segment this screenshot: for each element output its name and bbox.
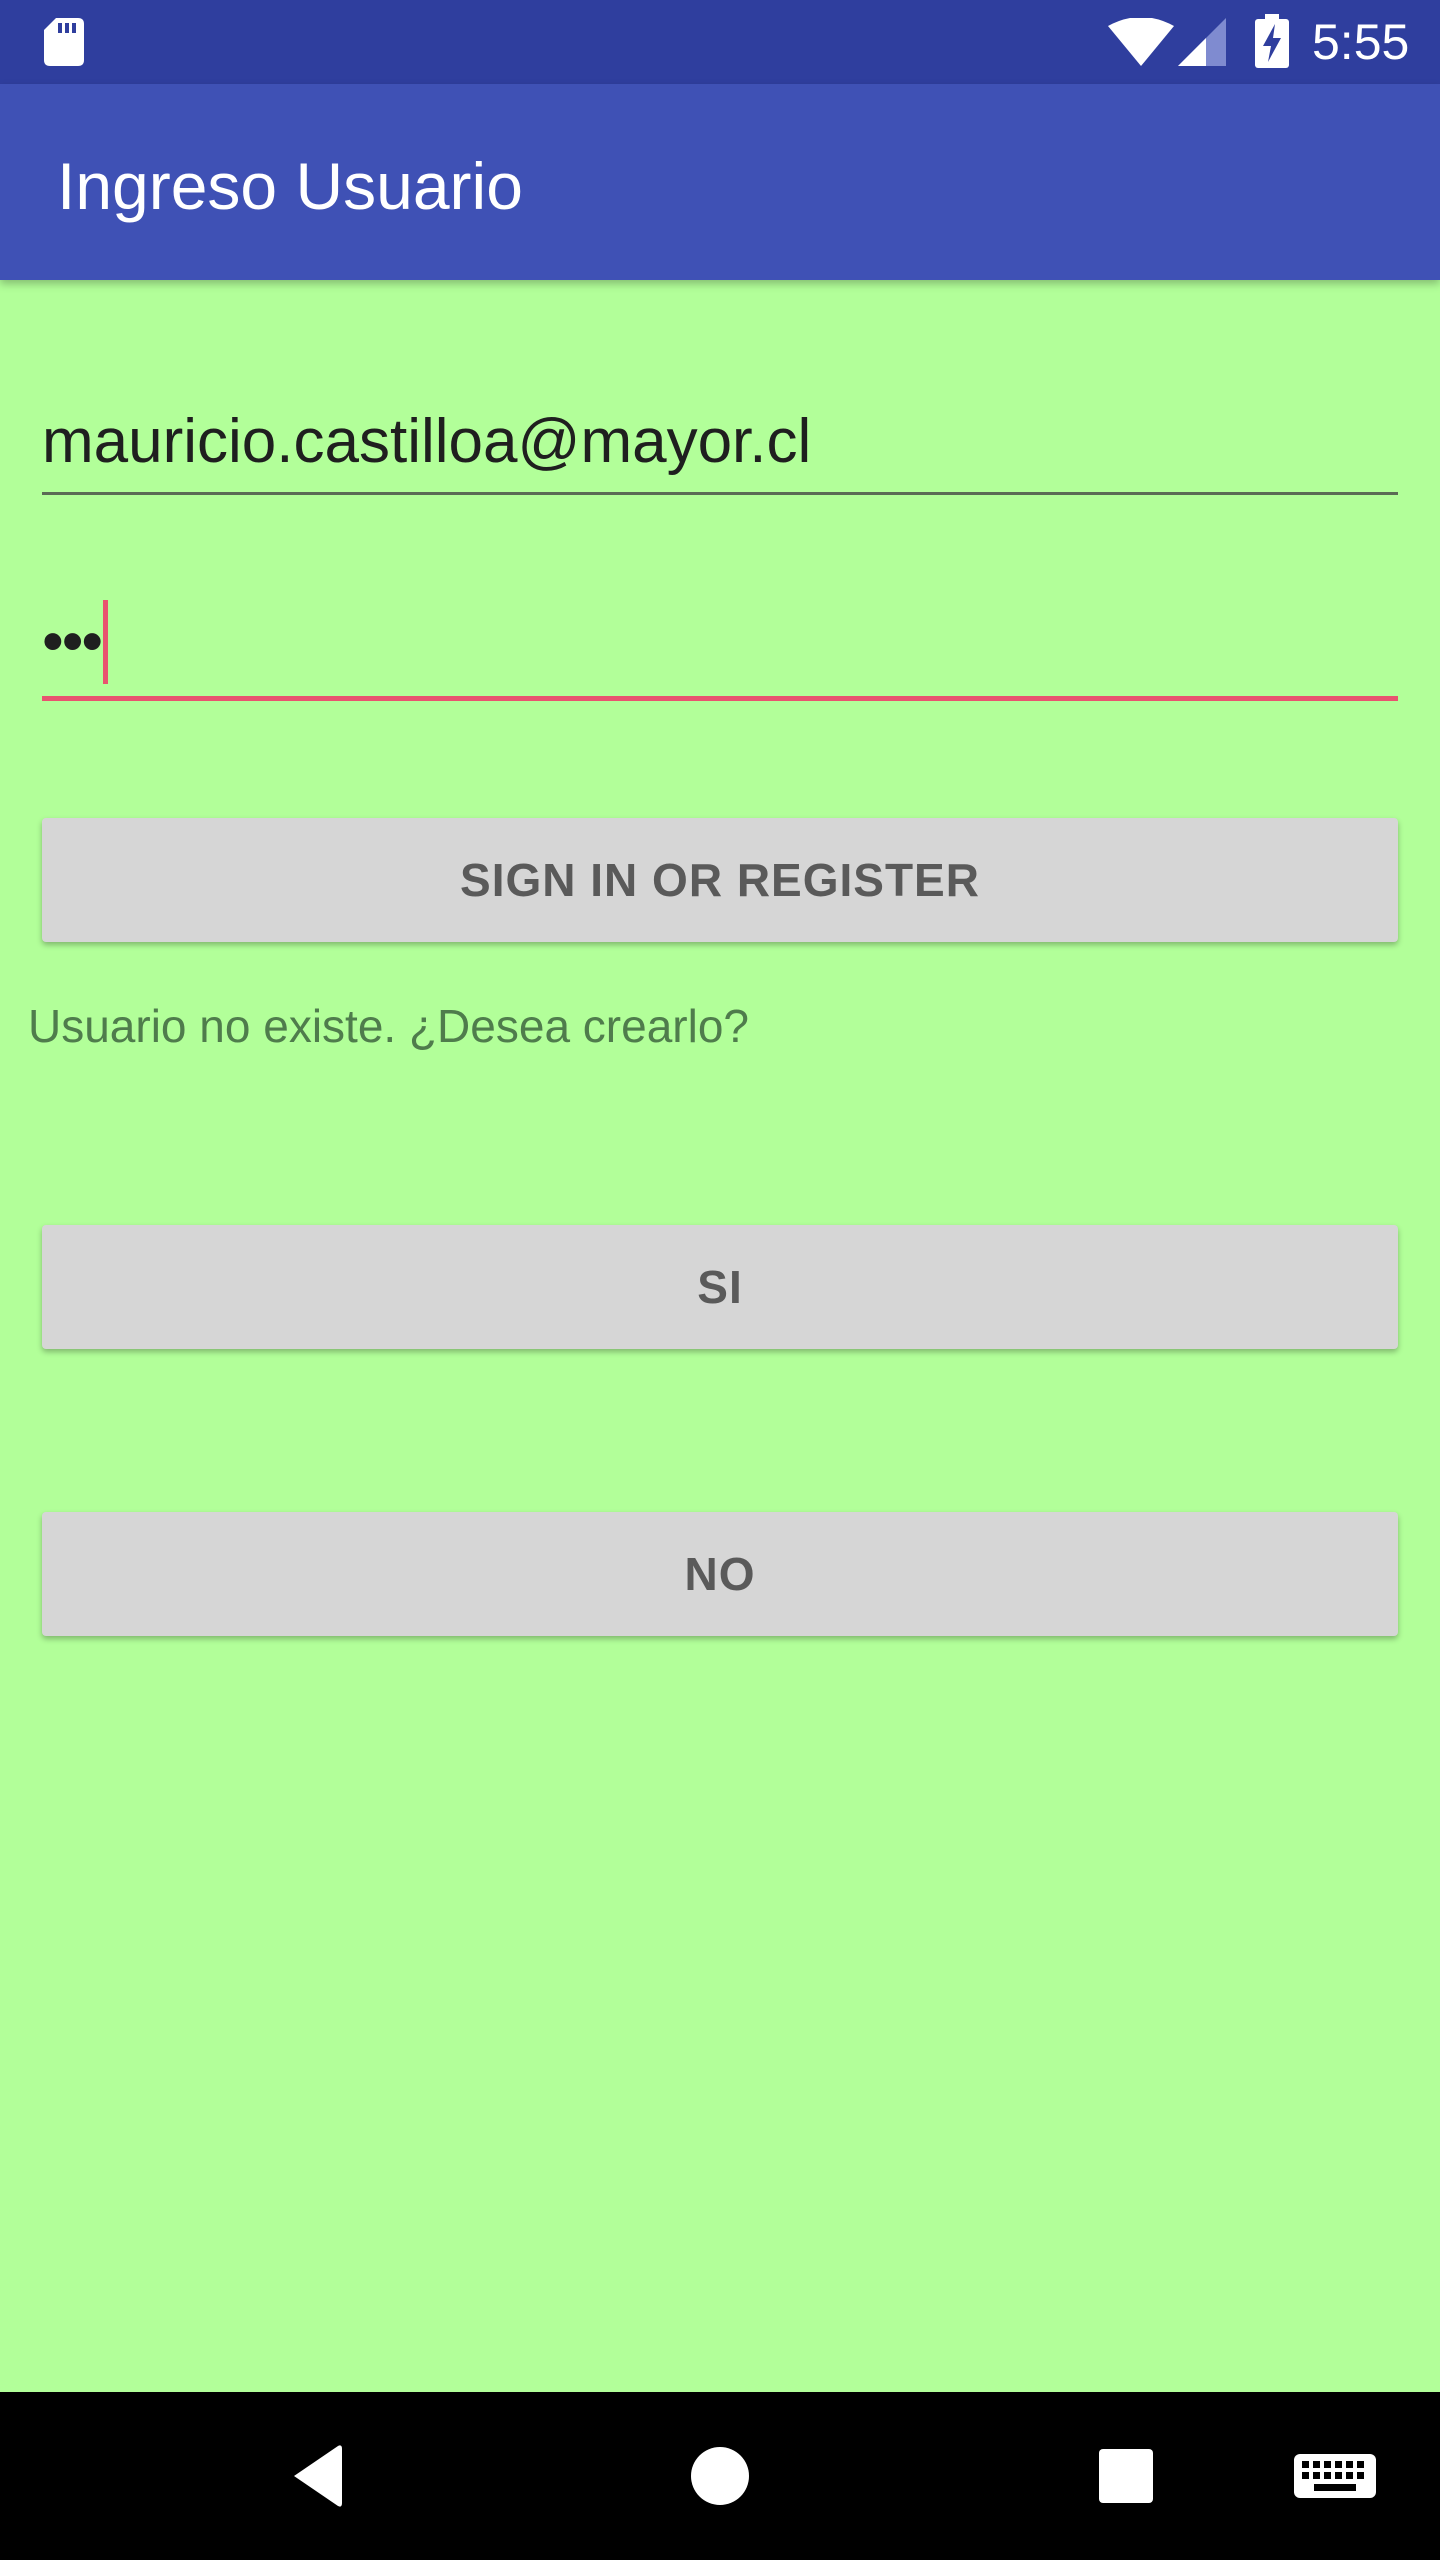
- app-bar: Ingreso Usuario: [0, 84, 1440, 280]
- keyboard-icon[interactable]: [1290, 2428, 1380, 2524]
- wifi-icon: [1108, 18, 1174, 66]
- status-bar: 5:55: [0, 0, 1440, 84]
- signal-icon: [1178, 18, 1226, 66]
- email-value: mauricio.castilloa@mayor.cl: [42, 407, 812, 476]
- email-field[interactable]: mauricio.castilloa@mayor.cl: [42, 396, 1398, 495]
- user-not-found-message: Usuario no existe. ¿Desea crearlo?: [28, 1000, 749, 1052]
- password-row: •••: [42, 600, 109, 690]
- home-icon[interactable]: [672, 2428, 768, 2524]
- yes-button[interactable]: SI: [42, 1225, 1398, 1349]
- no-button[interactable]: NO: [42, 1512, 1398, 1636]
- password-field[interactable]: •••: [42, 594, 1398, 701]
- navigation-bar: [0, 2392, 1440, 2560]
- text-cursor: [103, 600, 109, 684]
- back-icon[interactable]: [268, 2428, 364, 2524]
- sd-card-icon: [44, 18, 84, 66]
- battery-charging-icon: [1255, 14, 1289, 68]
- password-masked-value: •••: [42, 607, 103, 676]
- sign-in-register-button[interactable]: SIGN IN OR REGISTER: [42, 818, 1398, 942]
- status-clock: 5:55: [1312, 14, 1410, 70]
- recents-icon[interactable]: [1078, 2428, 1174, 2524]
- page-title: Ingreso Usuario: [57, 149, 523, 223]
